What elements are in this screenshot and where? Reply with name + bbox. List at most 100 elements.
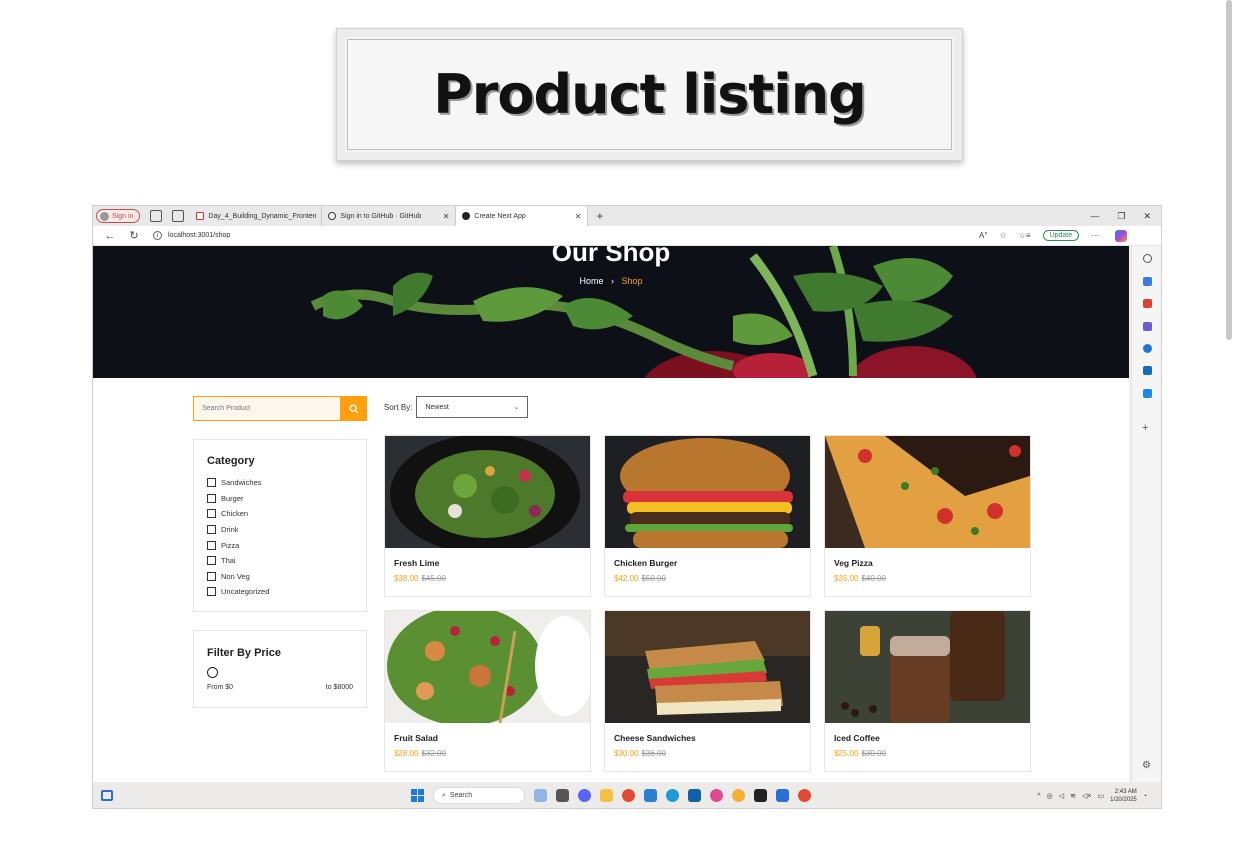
chrome-canary-icon[interactable] — [710, 789, 723, 802]
more-icon[interactable]: ··· — [1091, 231, 1099, 240]
people-icon[interactable] — [1143, 322, 1152, 331]
chrome-beta-icon[interactable] — [732, 789, 745, 802]
product-name[interactable]: Chicken Burger — [614, 558, 810, 568]
category-item-thai[interactable]: Thai — [207, 553, 366, 569]
profile-sign-in-button[interactable]: Sign in — [96, 209, 141, 223]
product-price: $30.00 — [614, 749, 639, 758]
clock[interactable]: 2:43 AM 1/20/2025 — [1110, 788, 1137, 804]
store-icon[interactable] — [688, 789, 701, 802]
category-item-burger[interactable]: Burger — [207, 491, 366, 507]
product-image-fresh-lime[interactable] — [385, 436, 590, 548]
category-item-drink[interactable]: Drink — [207, 522, 366, 538]
product-card[interactable]: Chicken Burger $42.00 $50.00 — [604, 435, 811, 597]
discord-icon[interactable] — [578, 789, 591, 802]
info-icon[interactable]: i — [153, 231, 162, 240]
battery-icon[interactable]: ▭ — [1097, 792, 1104, 800]
category-item-pizza[interactable]: Pizza — [207, 537, 366, 553]
product-card[interactable]: Veg Pizza $35.00 $40.00 — [824, 435, 1031, 597]
microsoft-365-icon[interactable] — [1143, 344, 1152, 353]
product-card[interactable]: Iced Coffee $25.00 $30.00 — [824, 610, 1031, 772]
category-item-sandwiches[interactable]: Sandwiches — [207, 475, 366, 491]
close-window-icon[interactable]: ✕ — [1143, 211, 1151, 222]
favorites-icon[interactable]: ☆≡ — [1019, 231, 1031, 240]
product-card[interactable]: Cheese Sandwiches $30.00 $36.00 — [604, 610, 811, 772]
close-icon[interactable]: ✕ — [443, 212, 450, 221]
settings-gear-icon[interactable]: ⚙ — [1142, 760, 1151, 771]
vscode-icon[interactable] — [644, 789, 657, 802]
drop-icon[interactable] — [1143, 389, 1152, 398]
checkbox[interactable] — [207, 540, 216, 550]
category-title: Category — [207, 455, 255, 467]
product-image-chicken-burger[interactable] — [605, 436, 810, 548]
product-name[interactable]: Iced Coffee — [834, 733, 1030, 743]
category-label: Non Veg — [221, 571, 250, 581]
favorite-star-icon[interactable]: ☆ — [1000, 231, 1007, 240]
checkbox[interactable] — [207, 571, 216, 581]
url-field[interactable]: i localhost:3001/shop — [153, 228, 973, 243]
task-view-icon[interactable] — [556, 789, 569, 802]
copilot-icon[interactable] — [1115, 229, 1128, 242]
checkbox[interactable] — [207, 587, 216, 597]
sort-select[interactable]: Newest ⌄ — [416, 396, 529, 418]
chevron-up-icon[interactable]: ^ — [1037, 793, 1040, 800]
taskbar-search-label: Search — [449, 792, 473, 799]
shopping-tag-icon[interactable] — [1143, 277, 1152, 286]
product-card[interactable]: Fresh Lime $38.00 $45.00 — [384, 435, 591, 597]
chrome-icon[interactable] — [622, 789, 635, 802]
read-aloud-icon[interactable]: A° — [979, 231, 988, 240]
search-input[interactable] — [193, 396, 341, 421]
tab-github[interactable]: Sign in to GitHub · GitHub ✕ — [322, 206, 457, 226]
breadcrumb-home-link[interactable]: Home — [579, 276, 603, 286]
refresh-icon[interactable]: ↻ — [127, 229, 141, 242]
product-name[interactable]: Fresh Lime — [394, 558, 590, 568]
tab-actions-icon[interactable] — [172, 210, 185, 222]
product-image-fruit-salad[interactable] — [385, 611, 590, 723]
update-button[interactable]: Update — [1042, 230, 1080, 241]
category-item-chicken[interactable]: Chicken — [207, 506, 366, 522]
category-panel: Category Sandwiches Burger Chicken Drink… — [193, 439, 367, 612]
close-icon[interactable]: ✕ — [575, 212, 582, 221]
wifi-icon[interactable]: ≋ — [1070, 792, 1076, 800]
checkbox[interactable] — [207, 525, 216, 535]
location-icon[interactable]: ◁ — [1059, 792, 1064, 800]
checkbox[interactable] — [207, 493, 216, 503]
file-explorer-icon[interactable] — [600, 789, 613, 802]
chrome-profile-icon[interactable] — [798, 789, 811, 802]
product-image-iced-coffee[interactable] — [825, 611, 1030, 723]
category-item-uncategorized[interactable]: Uncategorized — [207, 584, 366, 600]
price-slider-handle[interactable] — [207, 667, 218, 678]
tab-day4-pdf[interactable]: Day_4_Building_Dynamic_Fronten ✕ — [190, 206, 323, 226]
notifications-icon[interactable]: ◔ — [1143, 793, 1147, 800]
tab-create-next-app[interactable]: Create Next App ✕ — [456, 206, 589, 226]
back-icon[interactable]: ← — [103, 230, 117, 242]
product-name[interactable]: Cheese Sandwiches — [614, 733, 810, 743]
weather-icon[interactable] — [534, 789, 547, 802]
outlook-icon[interactable] — [1143, 366, 1152, 375]
windows-start-icon[interactable] — [411, 789, 424, 802]
toolbox-icon[interactable] — [1143, 299, 1152, 308]
product-image-veg-pizza[interactable] — [825, 436, 1030, 548]
checkbox[interactable] — [207, 509, 216, 519]
volume-icon[interactable]: ◁× — [1082, 792, 1091, 800]
product-card[interactable]: Fruit Salad $28.00 $32.00 — [384, 610, 591, 772]
search-icon[interactable] — [1143, 254, 1152, 263]
taskbar-search[interactable]: ⌕ Search — [433, 787, 525, 804]
add-icon[interactable]: + — [1142, 422, 1148, 434]
checkbox[interactable] — [207, 556, 216, 566]
minimize-icon[interactable]: — — [1090, 211, 1099, 222]
search-button[interactable] — [341, 396, 367, 421]
product-name[interactable]: Fruit Salad — [394, 733, 590, 743]
widgets-icon[interactable] — [101, 790, 113, 801]
new-tab-icon[interactable]: + — [596, 209, 603, 223]
terminal-icon[interactable] — [754, 789, 767, 802]
product-image-cheese-sandwiches[interactable] — [605, 611, 810, 723]
tray-apps-icon[interactable]: ◎ — [1047, 792, 1053, 800]
document-scrollbar[interactable] — [1226, 0, 1232, 340]
workspaces-icon[interactable] — [150, 210, 163, 222]
edge-icon[interactable] — [666, 789, 679, 802]
product-name[interactable]: Veg Pizza — [834, 558, 1030, 568]
restore-icon[interactable]: ❐ — [1117, 211, 1125, 222]
category-item-non-veg[interactable]: Non Veg — [207, 569, 366, 585]
checkbox[interactable] — [207, 478, 216, 488]
notepad-icon[interactable] — [776, 789, 789, 802]
